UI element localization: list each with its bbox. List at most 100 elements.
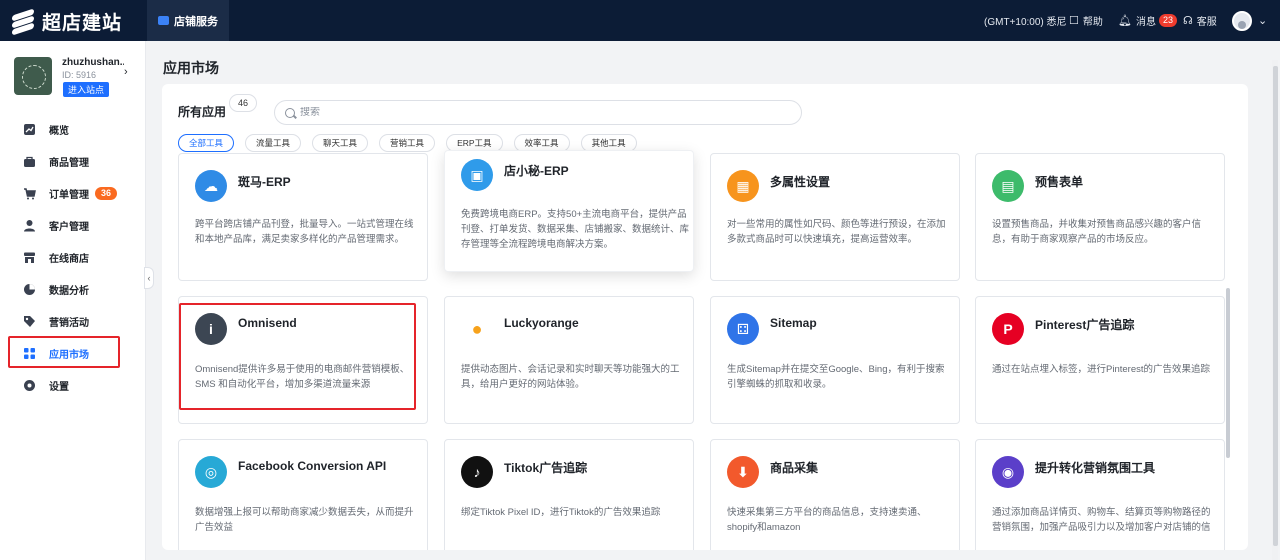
filter-marketing-tools[interactable]: 营销工具 (379, 134, 436, 152)
store-id: ID: 5916 (62, 70, 97, 80)
cart-icon (23, 187, 36, 200)
filter-all-tools[interactable]: 全部工具 (178, 134, 235, 152)
help-icon: ☐ (1069, 15, 1079, 27)
page-title: 应用市场 (163, 60, 219, 76)
app-card-description: 快速采集第三方平台的商品信息，支持速卖通、shopify和amazon (727, 507, 927, 533)
search-box[interactable] (274, 100, 802, 125)
sidebar-item-label: 客户管理 (49, 221, 89, 233)
logo-text: 超店建站 (42, 12, 123, 34)
store-avatar (14, 57, 52, 95)
app-card-multi-attribute[interactable]: ▦ 多属性设置 对一些常用的属性如尺码、颜色等进行预设，在添加多款式商品时可以快速填… (710, 153, 960, 281)
sidebar-item-online-store[interactable]: 在线商店 (0, 241, 146, 273)
headset-icon: ☊ (1183, 15, 1193, 27)
app-card-title: 店小秘-ERP (504, 164, 569, 178)
banma-erp-icon: ☁ (195, 170, 227, 202)
sidebar-item-customers[interactable]: 客户管理 (0, 209, 146, 241)
gear-icon (23, 379, 36, 392)
app-card-presale-form[interactable]: ▤ 预售表单 设置预售商品，并收集对预售商品感兴趣的客户信息，有助于商家观察产品的市… (975, 153, 1225, 281)
all-apps-title: 所有应用 (178, 105, 227, 119)
sidebar-item-settings[interactable]: 设置 (0, 369, 146, 401)
service-link[interactable]: ☊ 客服 (1183, 0, 1217, 41)
sidebar-item-label: 商品管理 (49, 157, 89, 169)
sidebar-item-label: 数据分析 (49, 285, 89, 297)
app-card-sitemap[interactable]: ⚃ Sitemap 生成Sitemap并在提交至Google、Bing，有利于搜索引… (710, 296, 960, 424)
highlight-box-sidebar (8, 336, 120, 368)
app-card-dianxiaomi-erp[interactable]: ▣ 店小秘-ERP 免费跨境电商ERP。支持50+主流电商平台，提供产品刊登、打单发… (444, 150, 694, 272)
tab-store-services[interactable]: 店铺服务 (147, 0, 229, 41)
app-card-title: Facebook Conversion API (238, 459, 387, 473)
sidebar-item-analytics[interactable]: 数据分析 (0, 273, 146, 305)
app-card-description: 免费跨境电商ERP。支持50+主流电商平台，提供产品刊登、打单发货、数据采集、店… (461, 209, 690, 250)
tab-label: 店铺服务 (174, 15, 218, 28)
messages-link[interactable]: 🔔︎ 消息 23 (1118, 0, 1177, 41)
store-switcher[interactable]: zhuzhushan... ID: 5916 进入站点 › (14, 57, 138, 101)
timezone-display[interactable]: (GMT+10:00) 悉尼 (984, 0, 1067, 41)
presale-form-icon: ▤ (992, 170, 1024, 202)
sidebar-item-label: 概览 (49, 125, 69, 137)
product-collect-icon: ⬇ (727, 456, 759, 488)
sidebar-item-marketing[interactable]: 营销活动 (0, 305, 146, 337)
bag-icon (23, 155, 36, 168)
user-menu[interactable]: ⌄ (1232, 0, 1267, 41)
facebook-conversion-api-icon: ◎ (195, 456, 227, 488)
app-card-title: Sitemap (770, 316, 817, 330)
store-icon (23, 251, 36, 264)
marketing-atmosphere-icon: ◉ (992, 456, 1024, 488)
sitemap-icon: ⚃ (727, 313, 759, 345)
app-card-title: Luckyorange (504, 316, 579, 330)
chevron-down-icon: ⌄ (1258, 15, 1268, 27)
app-card-description: 通过在站点埋入标签，进行Pinterest的广告效果追踪 (992, 364, 1210, 375)
pie-icon (23, 283, 36, 296)
highlight-box-omnisend (179, 303, 416, 410)
app-card-tiktok-tracking[interactable]: ♪ Tiktok广告追踪 绑定Tiktok Pixel ID，进行Tiktok的广告… (444, 439, 694, 560)
help-link[interactable]: ☐ 帮助 (1069, 0, 1103, 41)
app-card-title: Pinterest广告追踪 (1035, 318, 1135, 332)
collapse-sidebar-button[interactable]: ‹ (144, 267, 154, 289)
messages-label: 消息 (1135, 17, 1156, 28)
chevron-right-icon: › (124, 66, 128, 78)
app-card-title: Tiktok广告追踪 (504, 461, 588, 475)
user-icon (23, 219, 36, 232)
sidebar-item-overview[interactable]: 概览 (0, 113, 146, 145)
pinterest-tracking-icon: P (992, 313, 1024, 345)
app-card-description: 生成Sitemap并在提交至Google、Bing，有利于搜索引擎蜘蛛的抓取和收… (727, 364, 945, 390)
app-card-title: 斑马-ERP (238, 175, 291, 189)
multi-attribute-icon: ▦ (727, 170, 759, 202)
app-card-facebook-conversion-api[interactable]: ◎ Facebook Conversion API 数据增强上报可以帮助商家减少数据… (178, 439, 428, 560)
app-card-product-collect[interactable]: ⬇ 商品采集 快速采集第三方平台的商品信息，支持速卖通、shopify和amazon (710, 439, 960, 560)
filter-traffic-tools[interactable]: 流量工具 (245, 134, 302, 152)
help-label: 帮助 (1082, 17, 1103, 28)
sidebar-item-label: 设置 (49, 381, 69, 393)
dianxiaomi-erp-icon: ▣ (461, 159, 493, 191)
app-card-pinterest-tracking[interactable]: P Pinterest广告追踪通过在站点埋入标签，进行Pinterest的广告效果… (975, 296, 1225, 424)
sidebar-item-label: 在线商店 (49, 253, 89, 265)
app-card-banma-erp[interactable]: ☁ 斑马-ERP 跨平台跨店铺产品刊登，批量导入。一站式管理在线和本地产品库，满足卖… (178, 153, 428, 281)
store-name: zhuzhushan... (62, 57, 124, 68)
search-input[interactable] (300, 107, 780, 118)
app-card-description: 数据增强上报可以帮助商家减少数据丢失，从而提升广告效益 (195, 507, 414, 533)
app-card-description: 对一些常用的属性如尺码、颜色等进行预设，在添加多款式商品时可以快速填充，提高运营… (727, 219, 946, 245)
app-logo[interactable]: 超店建站 (12, 8, 123, 36)
shop-icon (158, 16, 169, 25)
bell-icon: 🔔︎ (1118, 15, 1132, 27)
app-card-description: 跨平台跨店铺产品刊登，批量导入。一站式管理在线和本地产品库，满足卖家多样化的产品… (195, 219, 414, 245)
panel-bottom-gap (162, 550, 1248, 560)
app-card-luckyorange[interactable]: ● Luckyorange 提供动态图片、会话记录和实时聊天等功能强大的工具，给用户… (444, 296, 694, 424)
sidebar-item-orders[interactable]: 订单管理 36 (0, 177, 146, 209)
app-card-marketing-atmosphere[interactable]: ◉ 提升转化营销氛围工具 通过添加商品详情页、购物车、结算页等购物路径的营销氛围，加… (975, 439, 1225, 560)
apps-count-badge: 46 (229, 94, 258, 112)
sidebar-item-products[interactable]: 商品管理 (0, 145, 146, 177)
app-card-description: 通过添加商品详情页、购物车、结算页等购物路径的营销氛围，加强产品吸引力以及增加客… (992, 507, 1211, 533)
chevron-left-icon: ‹ (147, 273, 151, 283)
sidebar-item-label: 营销活动 (49, 317, 89, 329)
orders-count-badge: 36 (95, 186, 118, 200)
service-label: 客服 (1196, 17, 1217, 28)
page-scroll-thumb[interactable] (1273, 66, 1278, 546)
sidebar: zhuzhushan... ID: 5916 进入站点 › 概览 商品管理 订单… (0, 41, 146, 560)
filter-chat-tools[interactable]: 聊天工具 (312, 134, 369, 152)
app-card-title: 预售表单 (1035, 175, 1084, 189)
enter-site-button[interactable]: 进入站点 (63, 82, 110, 97)
panel-scrollbar[interactable] (1226, 288, 1230, 458)
search-icon (285, 107, 295, 118)
tiktok-tracking-icon: ♪ (461, 456, 493, 488)
